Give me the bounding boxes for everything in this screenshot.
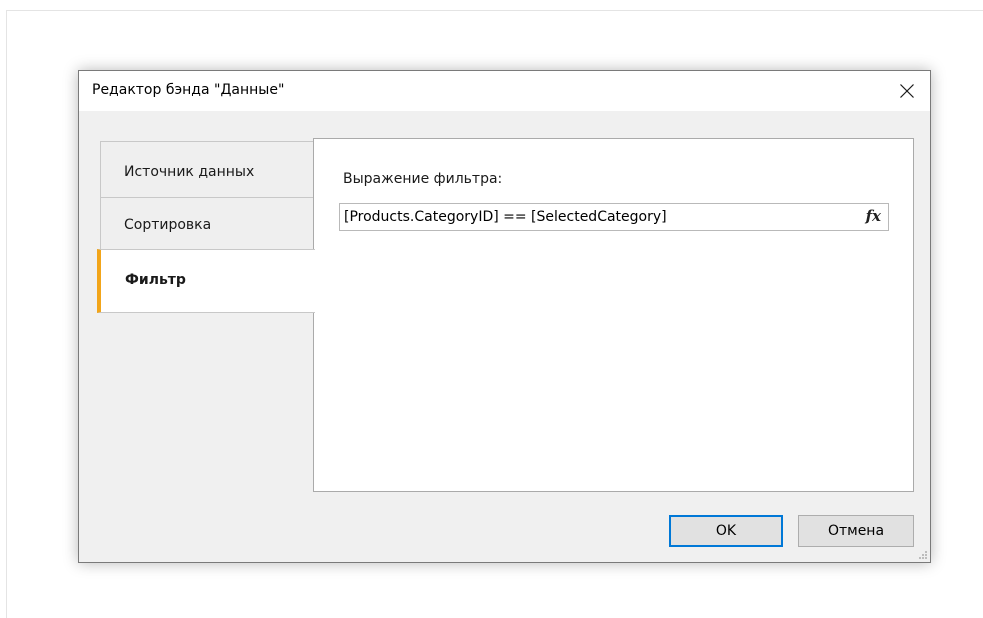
filter-expression-label: Выражение фильтра: [343, 171, 503, 187]
filter-expression-input[interactable]: [Products.CategoryID] == [SelectedCatego… [339, 203, 889, 231]
screen: Редактор бэнда "Данные" Источник данных … [0, 0, 983, 618]
tab-label: Фильтр [125, 272, 186, 288]
filter-panel: Выражение фильтра: [Products.CategoryID]… [313, 138, 914, 492]
background-frame-left [6, 10, 7, 618]
dialog-title: Редактор бэнда "Данные" [92, 82, 285, 98]
function-icon[interactable]: fx [866, 207, 881, 225]
band-editor-dialog: Редактор бэнда "Данные" Источник данных … [78, 70, 931, 563]
resize-grip-icon[interactable] [918, 550, 928, 560]
title-bar: Редактор бэнда "Данные" [79, 71, 930, 111]
tab-filter[interactable]: Фильтр [97, 249, 315, 313]
tab-label: Сортировка [124, 217, 212, 233]
cancel-button[interactable]: Отмена [798, 515, 914, 547]
tab-sorting[interactable]: Сортировка [100, 197, 314, 250]
ok-button[interactable]: OK [669, 515, 783, 547]
close-icon [900, 84, 914, 98]
close-button[interactable] [884, 71, 930, 111]
filter-expression-value[interactable]: [Products.CategoryID] == [SelectedCatego… [344, 209, 667, 225]
tab-label: Источник данных [124, 164, 255, 180]
background-frame-top [6, 10, 983, 11]
tab-data-source[interactable]: Источник данных [100, 141, 314, 198]
